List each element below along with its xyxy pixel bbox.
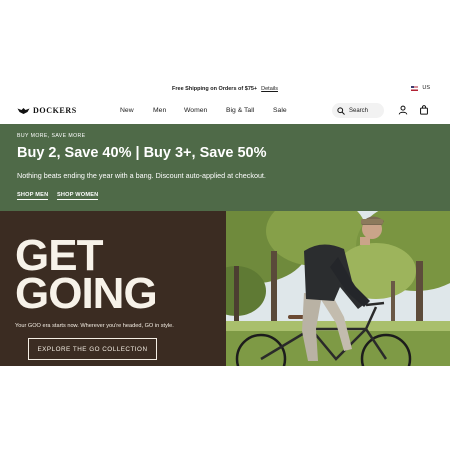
logo-wordmark: DOCKERS xyxy=(33,106,77,115)
nav-item-women[interactable]: Women xyxy=(184,107,207,114)
promo-eyebrow: BUY MORE, SAVE MORE xyxy=(17,133,86,139)
promo-banner: BUY MORE, SAVE MORE Buy 2, Save 40% | Bu… xyxy=(0,124,450,211)
us-flag-icon xyxy=(411,85,419,91)
nav-item-men[interactable]: Men xyxy=(153,107,166,114)
search-box[interactable]: Search xyxy=(332,103,384,118)
promo-headline: Buy 2, Save 40% | Buy 3+, Save 50% xyxy=(17,145,267,161)
hero-headline-line2: GOING xyxy=(15,269,158,318)
locale-label: US xyxy=(422,85,430,91)
hero-tagline: Your GOO era starts now. Wherever you're… xyxy=(15,323,174,329)
page: Free Shipping on Orders of $75+ Details U… xyxy=(0,0,450,450)
nav-item-big-tall[interactable]: Big & Tall xyxy=(226,107,254,114)
nav-item-sale[interactable]: Sale xyxy=(273,107,287,114)
site-header: DOCKERS New Men Women Big & Tall Sale Se… xyxy=(0,100,450,122)
search-icon xyxy=(337,106,345,115)
explore-collection-button[interactable]: EXPLORE THE GO COLLECTION xyxy=(28,338,157,360)
locale-selector[interactable]: US xyxy=(411,85,430,91)
dockers-logo[interactable]: DOCKERS xyxy=(17,106,77,115)
hero-text-panel: GET GOING Your GOO era starts now. Where… xyxy=(0,211,226,366)
wing-logo-icon xyxy=(17,107,30,114)
shop-men-link[interactable]: SHOP MEN xyxy=(17,192,49,200)
user-icon[interactable] xyxy=(398,105,408,115)
announcement-bar: Free Shipping on Orders of $75+ Details U… xyxy=(0,84,450,96)
announcement-message: Free Shipping on Orders of $75+ Details xyxy=(0,86,450,92)
search-label: Search xyxy=(349,107,369,114)
hero-photo xyxy=(226,211,450,366)
details-link[interactable]: Details xyxy=(261,86,278,92)
shop-women-link[interactable]: SHOP WOMEN xyxy=(57,192,99,200)
man-on-bicycle-image xyxy=(226,211,450,366)
free-shipping-text: Free Shipping on Orders of $75+ xyxy=(172,86,258,92)
nav-item-new[interactable]: New xyxy=(120,107,134,114)
promo-subtext: Nothing beats ending the year with a ban… xyxy=(17,171,266,180)
hero-banner: GET GOING Your GOO era starts now. Where… xyxy=(0,211,450,366)
bag-icon[interactable] xyxy=(419,105,429,115)
